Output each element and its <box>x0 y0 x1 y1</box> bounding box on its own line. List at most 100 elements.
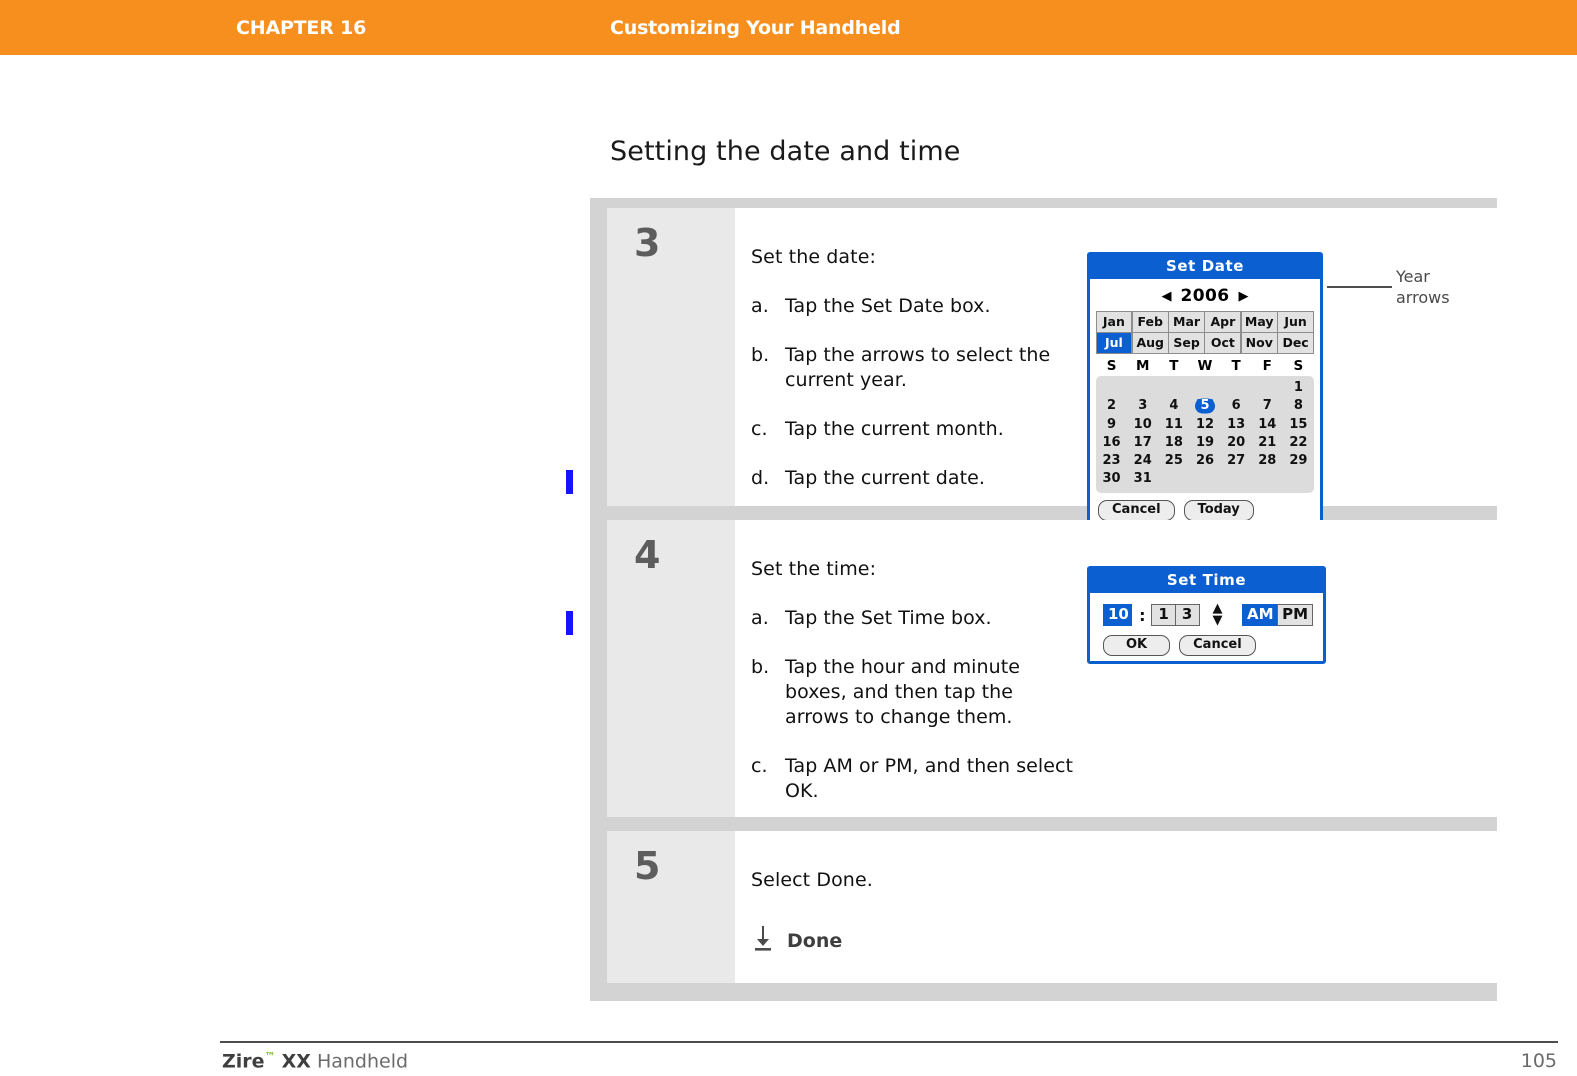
day-cell[interactable] <box>1096 379 1127 397</box>
step-row: 3 Set the date: a. Tap the Set Date box.… <box>607 208 1497 532</box>
day-cell[interactable]: 1 <box>1283 379 1314 397</box>
step-lead-text: Select Done. <box>751 869 873 891</box>
set-date-button-row: Cancel Today <box>1096 493 1314 522</box>
step-lead-text: Set the time: <box>751 558 877 580</box>
day-cell[interactable]: 28 <box>1252 452 1283 470</box>
substep-item: b. Tap the arrows to select the current … <box>751 343 1081 393</box>
day-cell[interactable]: 12 <box>1189 416 1220 434</box>
substep-marker: c. <box>751 418 768 441</box>
day-cell[interactable] <box>1252 379 1283 397</box>
day-cell-selected[interactable]: 5 <box>1189 397 1220 416</box>
page-number: 105 <box>1520 1050 1557 1072</box>
month-cell-dec[interactable]: Dec <box>1277 332 1314 354</box>
substep-item: a. Tap the Set Date box. <box>751 294 1081 319</box>
dow-label: M <box>1135 358 1150 374</box>
day-cell[interactable]: 22 <box>1283 434 1314 452</box>
day-cell[interactable]: 19 <box>1189 434 1220 452</box>
month-cell-aug[interactable]: Aug <box>1131 332 1169 354</box>
minute-ones-box[interactable]: 3 <box>1174 604 1200 626</box>
year-next-arrow-icon[interactable]: ▶ <box>1238 290 1248 303</box>
day-cell[interactable]: 31 <box>1127 470 1158 488</box>
month-cell-mar[interactable]: Mar <box>1168 310 1205 333</box>
set-time-title: Set Time <box>1090 569 1323 593</box>
day-cell[interactable] <box>1189 379 1220 397</box>
step-text-block: Set the time: a. Tap the Set Time box. b… <box>751 558 1081 802</box>
day-cell[interactable]: 17 <box>1127 434 1158 452</box>
day-cell[interactable]: 30 <box>1096 470 1127 488</box>
pm-button[interactable]: PM <box>1277 604 1313 626</box>
month-cell-jan[interactable]: Jan <box>1095 310 1133 333</box>
day-cell[interactable]: 9 <box>1096 416 1127 434</box>
substep-text: Tap the arrows to select the current yea… <box>785 344 1051 392</box>
day-cell[interactable]: 13 <box>1221 416 1252 434</box>
substep-marker: a. <box>751 607 769 629</box>
ok-button[interactable]: OK <box>1103 635 1171 656</box>
day-cell[interactable]: 29 <box>1283 452 1314 470</box>
month-cell-jul[interactable]: Jul <box>1095 332 1133 354</box>
dow-label: T <box>1169 358 1179 374</box>
day-cell[interactable]: 14 <box>1252 416 1283 434</box>
day-cell[interactable] <box>1283 470 1314 488</box>
step-text-block: Set the date: a. Tap the Set Date box. b… <box>751 246 1081 489</box>
substep-item: c. Tap the current month. <box>751 417 1081 442</box>
substep-text: Tap the hour and minute boxes, and then … <box>785 656 1020 729</box>
am-button[interactable]: AM <box>1242 604 1279 626</box>
calendar-day-grid: 1 2 3 4 5 6 7 8 9 10 <box>1096 376 1314 493</box>
day-cell[interactable]: 18 <box>1158 434 1189 452</box>
cancel-button[interactable]: Cancel <box>1098 499 1175 521</box>
month-cell-feb[interactable]: Feb <box>1131 310 1169 333</box>
callout-leader-line <box>1327 286 1392 288</box>
month-cell-oct[interactable]: Oct <box>1204 332 1242 354</box>
day-cell[interactable] <box>1252 470 1283 488</box>
day-cell[interactable]: 16 <box>1096 434 1127 452</box>
day-cell[interactable]: 10 <box>1127 416 1158 434</box>
day-cell[interactable] <box>1221 379 1252 397</box>
day-cell[interactable]: 3 <box>1127 397 1158 415</box>
substep-text: Tap the Set Date box. <box>785 295 991 317</box>
today-button[interactable]: Today <box>1183 499 1254 521</box>
step-body-cell: Set the date: a. Tap the Set Date box. b… <box>735 208 1497 532</box>
day-cell[interactable]: 2 <box>1096 397 1127 415</box>
day-cell[interactable] <box>1189 470 1220 488</box>
day-cell[interactable]: 27 <box>1221 452 1252 470</box>
month-cell-apr[interactable]: Apr <box>1204 310 1242 333</box>
day-cell[interactable]: 26 <box>1189 452 1220 470</box>
day-cell[interactable] <box>1158 470 1189 488</box>
set-date-artwork: Set Date ◀ 2006 ▶ Jan Feb Mar Apr May Ju… <box>1081 246 1483 532</box>
day-cell[interactable] <box>1127 379 1158 397</box>
day-cell[interactable] <box>1158 379 1189 397</box>
hour-box[interactable]: 10 <box>1103 604 1133 626</box>
day-cell[interactable]: 8 <box>1283 397 1314 415</box>
download-arrow-icon <box>751 925 775 956</box>
substep-marker: a. <box>751 295 769 317</box>
day-cell[interactable]: 21 <box>1252 434 1283 452</box>
change-bar-step4 <box>566 611 573 635</box>
year-selector-row: ◀ 2006 ▶ <box>1096 283 1314 311</box>
day-cell[interactable]: 25 <box>1158 452 1189 470</box>
cancel-button[interactable]: Cancel <box>1179 635 1256 656</box>
day-cell[interactable]: 20 <box>1221 434 1252 452</box>
spinner-down-arrow-icon[interactable]: ▼ <box>1213 614 1223 627</box>
month-cell-jun[interactable]: Jun <box>1277 310 1314 333</box>
selected-day-number: 5 <box>1200 398 1210 414</box>
day-cell[interactable]: 4 <box>1158 397 1189 415</box>
day-of-week-header: S M T W T F S <box>1096 354 1314 376</box>
day-cell[interactable]: 15 <box>1283 416 1314 434</box>
month-cell-may[interactable]: May <box>1240 310 1278 333</box>
steps-table: 3 Set the date: a. Tap the Set Date box.… <box>590 198 1497 1001</box>
month-cell-nov[interactable]: Nov <box>1240 332 1278 354</box>
day-cell[interactable]: 11 <box>1158 416 1189 434</box>
day-cell[interactable] <box>1221 470 1252 488</box>
month-cell-sep[interactable]: Sep <box>1168 332 1205 354</box>
time-spinner[interactable]: ▲ ▼ <box>1213 602 1223 627</box>
day-cell[interactable]: 24 <box>1127 452 1158 470</box>
substep-item: d. Tap the current date. <box>751 466 1081 491</box>
day-cell[interactable]: 6 <box>1221 397 1252 415</box>
change-bar-step3 <box>566 470 573 494</box>
year-prev-arrow-icon[interactable]: ◀ <box>1162 290 1172 303</box>
minute-tens-box[interactable]: 1 <box>1151 604 1177 626</box>
day-cell[interactable]: 7 <box>1252 397 1283 415</box>
day-cell[interactable]: 23 <box>1096 452 1127 470</box>
chapter-label: CHAPTER 16 <box>236 17 367 39</box>
set-time-dialog: Set Time 10 : 1 3 ▲ ▼ AM PM OK Cancel <box>1087 566 1326 664</box>
